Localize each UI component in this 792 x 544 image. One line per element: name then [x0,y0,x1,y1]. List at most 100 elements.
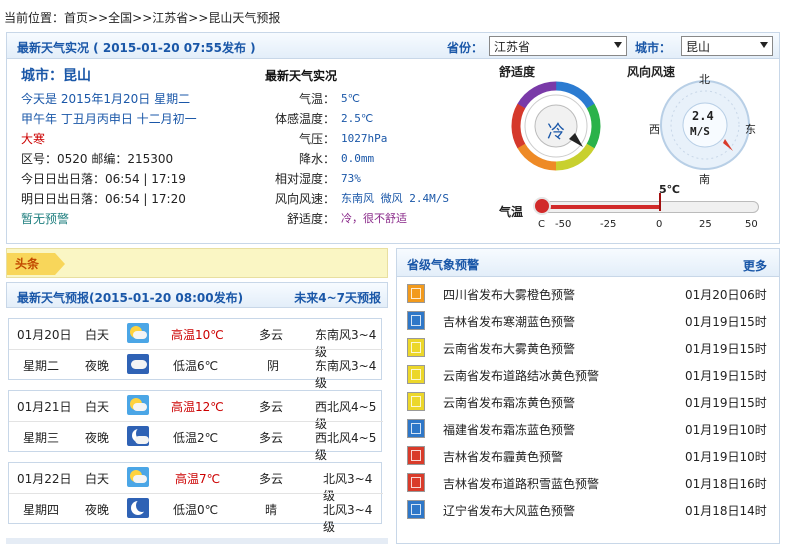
city-title: 城市：昆山 [21,68,91,84]
forecast-weather: 多云 [259,472,284,486]
breadcrumb-home-link[interactable]: 首页 [64,11,88,25]
breadcrumb-nation-link[interactable]: 全国 [108,11,132,25]
thermometer-tick: -50 [555,219,572,230]
forecast-date: 01月20日 [17,328,72,342]
breadcrumb-separator: >> [132,11,153,25]
provincial-alerts-panel: 省级气象预警 更多 四川省发布大雾橙色预警 01月20日06时 吉林省发布寒潮蓝色… [396,248,780,544]
forecast-date: 01月22日 [17,472,72,486]
obs-row-temp: 气温： 5℃ [298,92,360,106]
alerts-header: 省级气象预警 更多 [397,249,779,277]
partly-cloudy-icon [127,467,149,487]
headline-tag: 头条 [7,253,65,275]
alert-item[interactable]: 云南省发布道路结冰黄色预警 01月19日15时 [397,361,779,388]
province-select[interactable]: 江苏省 [489,36,627,56]
live-weather-header: 最新天气实况 ( 2015-01-20 07:55发布 ) 省份： 江苏省 城市… [7,33,779,59]
fog-warning-icon [407,284,425,303]
city-info: 城市：昆山 今天是 2015年1月20日 星期二 甲午年 丁丑月丙申日 十二月初… [21,65,261,229]
frost-warning-icon [407,392,425,411]
solar-term: 大寒 [21,132,46,146]
forecast-weather: 晴 [265,503,278,517]
forecast-day-2: 01月21日 白天 高温12℃ 多云 西北风4~5级 星期三 夜晚 低温2℃ 多… [8,390,383,462]
clear-night-icon [127,498,149,518]
haze-warning-icon [407,446,425,465]
compass-west: 西 [649,123,660,136]
forecast-period: 白天 [85,400,110,414]
forecast-day-3: 01月22日 白天 高温7℃ 多云 北风3~4级 星期四 夜晚 低温0℃ 晴 北… [8,462,383,534]
thermometer-tick: -25 [600,219,617,230]
city-select[interactable]: 昆山 [681,36,773,56]
forecast-row-day: 01月20日 白天 高温10℃ 多云 东南风3~4级 [9,319,383,359]
wind-speed-unit: M/S [690,125,710,138]
forecast-weather: 阴 [267,359,280,373]
cloudy-night-icon [127,426,149,446]
breadcrumb-current: 昆山天气预报 [208,11,281,25]
observation-title: 最新天气实况 [265,69,338,83]
breadcrumb-separator: >> [88,11,109,25]
forecast-title: 最新天气预报(2015-01-20 08:00发布) [17,291,244,305]
breadcrumb-prefix: 当前位置： [4,11,65,25]
forecast-row-night: 星期二 夜晚 低温6℃ 阴 东南风3~4级 [9,349,383,390]
city-label: 城市： [635,41,672,55]
lunar-date: 甲午年 丁丑月丙申日 十二月初一 [21,112,197,126]
compass-east: 东 [745,123,756,136]
sunrise-today: 今日日出日落：06:54 | 17:19 [21,172,186,186]
forecast-extended-link[interactable]: 未来4~7天预报 [294,289,381,306]
obs-row-precip: 降水： 0.0mm [298,152,375,166]
alert-item[interactable]: 吉林省发布道路积雪蓝色预警 01月18日16时 [397,469,779,496]
live-weather-panel: 最新天气实况 ( 2015-01-20 07:55发布 ) 省份： 江苏省 城市… [6,32,780,244]
province-select-value: 江苏省 [494,40,531,54]
forecast-weekday: 星期三 [23,431,60,445]
area-code: 区号：0520 邮编：215300 [21,152,174,166]
alerts-more-link[interactable]: 更多 [743,257,767,274]
forecast-period: 白天 [85,472,110,486]
forecast-temp: 低温6℃ [173,359,219,373]
forecast-wind: 北风3~4级 [323,503,373,534]
breadcrumb-separator: >> [188,11,209,25]
obs-row-feels: 体感温度： 2.5℃ [274,112,374,126]
partly-cloudy-icon [127,395,149,415]
thermometer-unit: C [538,219,545,230]
alert-item[interactable]: 吉林省发布霾黄色预警 01月19日10时 [397,442,779,469]
breadcrumb: 当前位置：首页>>全国>>江苏省>>昆山天气预报 [4,9,280,26]
headline-bar: 头条 [6,248,388,278]
frost-warning-icon [407,419,425,438]
thermometer-tick: 50 [745,219,758,230]
wind-gauge-label: 风向风速 [627,65,676,79]
forecast-weather: 多云 [259,400,284,414]
today-date: 今天是 2015年1月20日 星期二 [21,92,191,106]
bottom-divider [6,538,388,544]
alert-item[interactable]: 四川省发布大雾橙色预警 01月20日06时 [397,280,779,307]
road-snow-warning-icon [407,473,425,492]
forecast-period: 白天 [85,328,110,342]
forecast-temp: 低温2℃ [173,431,219,445]
alert-item[interactable]: 云南省发布霜冻黄色预警 01月19日15时 [397,388,779,415]
forecast-row-night: 星期四 夜晚 低温0℃ 晴 北风3~4级 [9,493,383,534]
forecast-temp: 高温10℃ [171,328,224,342]
forecast-temp: 高温7℃ [175,472,221,486]
forecast-temp: 低温0℃ [173,503,219,517]
thermometer-bulb [533,197,551,215]
forecast-weekday: 星期四 [23,503,60,517]
breadcrumb-province-link[interactable]: 江苏省 [152,11,188,25]
chevron-down-icon [760,42,768,48]
gale-warning-icon [407,500,425,519]
thermometer-fill [543,205,661,209]
forecast-day-1: 01月20日 白天 高温10℃ 多云 东南风3~4级 星期二 夜晚 低温6℃ 阴… [8,318,383,390]
alert-item[interactable]: 福建省发布霜冻蓝色预警 01月19日10时 [397,415,779,442]
alert-item[interactable]: 辽宁省发布大风蓝色预警 01月18日14时 [397,496,779,523]
city-select-value: 昆山 [686,40,711,54]
alert-item[interactable]: 吉林省发布寒潮蓝色预警 01月19日15时 [397,307,779,334]
cold-wave-warning-icon [407,311,425,330]
chevron-down-icon [614,42,622,48]
temperature-bar-label: 气温 [499,205,524,219]
forecast-period: 夜晚 [85,359,110,373]
compass-north: 北 [699,73,710,86]
forecast-date: 01月21日 [17,400,72,414]
alert-item[interactable]: 云南省发布大雾黄色预警 01月19日15时 [397,334,779,361]
comfort-dial-value: 冷 [547,122,565,143]
forecast-wind: 东南风3~4级 [315,359,377,390]
province-label: 省份： [447,41,484,55]
forecast-period: 夜晚 [85,431,110,445]
forecast-period: 夜晚 [85,503,110,517]
forecast-weather: 多云 [259,431,284,445]
